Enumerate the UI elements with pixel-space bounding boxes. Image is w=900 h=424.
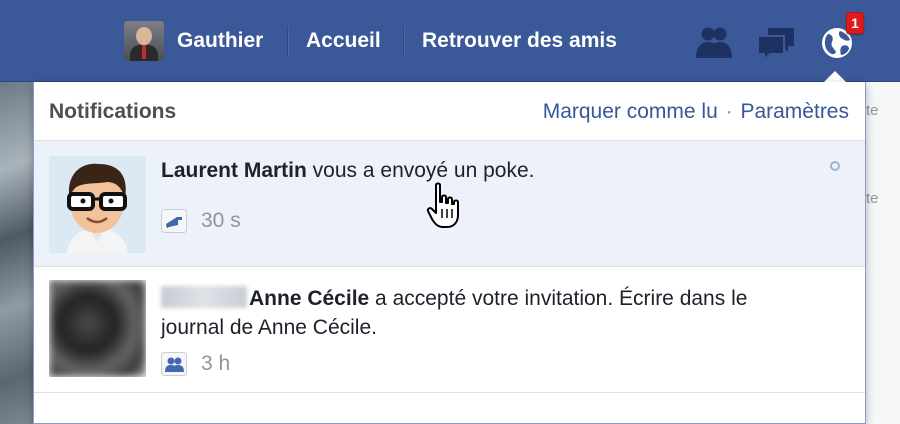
notification-message: vous a envoyé un poke. bbox=[306, 159, 535, 182]
notification-text: Anne Cécile a accepté votre invitation. … bbox=[161, 284, 811, 342]
top-navigation-bar: Gauthier Accueil Retrouver des amis 1 bbox=[0, 0, 900, 82]
notification-item[interactable]: Anne Cécile a accepté votre invitation. … bbox=[34, 267, 865, 393]
laurent-martin-avatar bbox=[49, 156, 146, 253]
poke-icon bbox=[161, 209, 187, 233]
notification-actor[interactable]: Laurent Martin bbox=[161, 159, 307, 182]
settings-link[interactable]: Paramètres bbox=[740, 100, 849, 123]
nav-divider bbox=[287, 26, 289, 56]
anne-cecile-avatar bbox=[49, 280, 146, 377]
mark-as-read-link[interactable]: Marquer comme lu bbox=[543, 100, 718, 123]
find-friends-link[interactable]: Retrouver des amis bbox=[422, 26, 617, 56]
notification-actor[interactable]: Anne Cécile bbox=[249, 287, 369, 310]
background-text-fragment: te bbox=[866, 190, 879, 207]
separator-dot: · bbox=[725, 100, 733, 123]
friend-requests-icon[interactable] bbox=[692, 22, 736, 62]
dropdown-header: Notifications Marquer comme lu · Paramèt… bbox=[34, 82, 865, 141]
notifications-dropdown: Notifications Marquer comme lu · Paramèt… bbox=[33, 82, 866, 424]
mark-as-read-button[interactable] bbox=[830, 161, 840, 171]
nav-divider bbox=[403, 26, 405, 56]
notification-text: Laurent Martin vous a envoyé un poke. bbox=[161, 156, 811, 185]
user-avatar[interactable] bbox=[124, 21, 164, 61]
notification-meta: 30 s bbox=[161, 209, 241, 233]
dropdown-actions: Marquer comme lu · Paramètres bbox=[543, 100, 849, 124]
notification-time: 30 s bbox=[201, 209, 241, 232]
redacted-name bbox=[161, 286, 247, 308]
background-photo bbox=[0, 82, 34, 424]
notification-count-badge: 1 bbox=[846, 12, 864, 34]
hand-cursor-icon bbox=[426, 182, 459, 228]
friends-icon bbox=[161, 352, 187, 376]
messages-icon[interactable] bbox=[754, 22, 798, 62]
notification-time: 3 h bbox=[201, 352, 231, 375]
dropdown-title: Notifications bbox=[49, 100, 177, 123]
notification-meta: 3 h bbox=[161, 352, 230, 376]
background-text-fragment: te bbox=[866, 102, 879, 119]
profile-link[interactable]: Gauthier bbox=[177, 26, 263, 56]
home-link[interactable]: Accueil bbox=[306, 26, 381, 56]
background-page-edge: te te bbox=[866, 82, 900, 424]
